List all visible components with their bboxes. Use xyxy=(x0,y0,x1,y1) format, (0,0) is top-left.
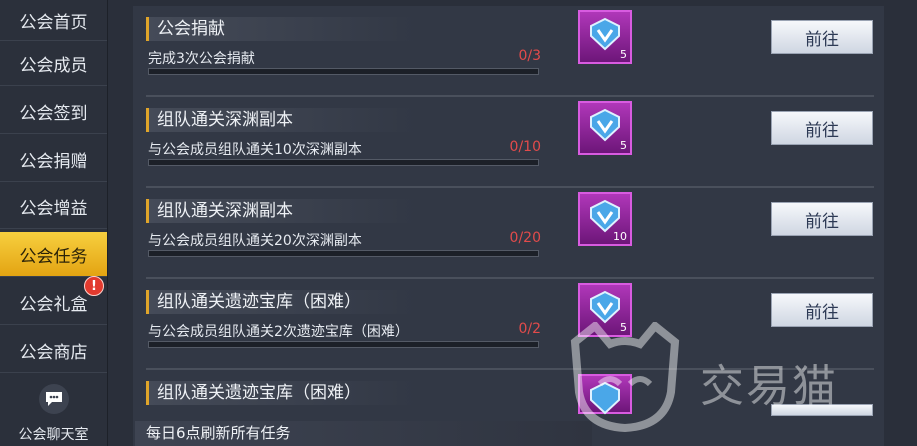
task-row: 组队通关深渊副本 与公会成员组队通关20次深渊副本 0/20 10 前往 xyxy=(146,188,874,279)
task-progress-text: 0/20 xyxy=(509,230,541,246)
task-title: 公会捐献 xyxy=(146,17,416,41)
task-description: 完成3次公会捐献 xyxy=(148,51,255,67)
sidebar-item-label: 公会签到 xyxy=(19,103,88,124)
reward-quantity: 10 xyxy=(613,230,627,243)
alert-badge: ! xyxy=(84,276,104,296)
chat-bubble-icon xyxy=(38,384,69,414)
go-button[interactable]: 前往 xyxy=(771,202,873,236)
refresh-notice: 每日6点刷新所有任务 xyxy=(135,421,592,446)
sidebar-item-guild-checkin[interactable]: 公会签到 xyxy=(0,89,107,134)
sidebar-item-guild-giftbox[interactable]: 公会礼盒 ! xyxy=(0,276,107,325)
reward-item[interactable]: 10 xyxy=(578,192,632,246)
sidebar-item-label: 公会成员 xyxy=(19,55,88,76)
guild-emblem-icon xyxy=(590,381,620,415)
sidebar-item-guild-members[interactable]: 公会成员 xyxy=(0,41,107,86)
task-progress-bar xyxy=(148,341,539,348)
guild-emblem-icon xyxy=(590,199,620,233)
sidebar-item-label: 公会礼盒 xyxy=(19,294,88,315)
reward-item[interactable] xyxy=(578,374,632,415)
task-progress-text: 0/10 xyxy=(509,139,541,155)
go-button[interactable]: 前往 xyxy=(771,111,873,145)
task-progress-bar xyxy=(148,68,539,75)
task-description: 与公会成员组队通关2次遗迹宝库（困难） xyxy=(148,324,409,340)
task-panel: 公会捐献 完成3次公会捐献 0/3 5 前往 组队通关深渊副本 与公会成员组队通… xyxy=(133,6,884,446)
reward-item[interactable]: 5 xyxy=(578,10,632,64)
reward-item[interactable]: 5 xyxy=(578,283,632,337)
sidebar: 公会首页 公会成员 公会签到 公会捐赠 公会增益 公会任务 公会礼盒 ! 公会商… xyxy=(0,0,108,446)
guild-chat-button[interactable]: 公会聊天室 xyxy=(0,378,107,446)
sidebar-item-label: 公会首页 xyxy=(19,12,88,33)
reward-quantity: 5 xyxy=(620,321,627,334)
task-progress-text: 0/3 xyxy=(518,48,541,64)
go-button[interactable]: 前往 xyxy=(771,293,873,327)
task-description: 与公会成员组队通关20次深渊副本 xyxy=(148,233,362,249)
guild-emblem-icon xyxy=(590,108,620,142)
task-row: 公会捐献 完成3次公会捐献 0/3 5 前往 xyxy=(146,6,874,97)
task-progress-bar xyxy=(148,250,539,257)
task-description: 与公会成员组队通关10次深渊副本 xyxy=(148,142,362,158)
sidebar-item-label: 公会任务 xyxy=(19,246,88,267)
sidebar-item-label: 公会增益 xyxy=(19,198,88,219)
task-progress-bar xyxy=(148,159,539,166)
guild-emblem-icon xyxy=(590,290,620,324)
task-title: 组队通关深渊副本 xyxy=(146,199,416,223)
sidebar-item-guild-home[interactable]: 公会首页 xyxy=(0,0,107,41)
sidebar-item-guild-tasks[interactable]: 公会任务 xyxy=(0,232,107,277)
go-button[interactable]: 前往 xyxy=(771,20,873,54)
task-row: 组队通关深渊副本 与公会成员组队通关10次深渊副本 0/10 5 前往 xyxy=(146,97,874,188)
reward-item[interactable]: 5 xyxy=(578,101,632,155)
sidebar-item-guild-donate[interactable]: 公会捐赠 xyxy=(0,137,107,182)
task-title: 组队通关遗迹宝库（困难） xyxy=(146,381,416,405)
task-title: 组队通关深渊副本 xyxy=(146,108,416,132)
sidebar-item-guild-shop[interactable]: 公会商店 xyxy=(0,328,107,373)
sidebar-item-label: 公会捐赠 xyxy=(19,151,88,172)
guild-chat-label: 公会聊天室 xyxy=(18,427,89,443)
reward-quantity: 5 xyxy=(620,139,627,152)
guild-emblem-icon xyxy=(590,17,620,51)
sidebar-item-label: 公会商店 xyxy=(19,342,88,363)
task-row: 组队通关遗迹宝库（困难） 与公会成员组队通关2次遗迹宝库（困难） 0/2 5 前… xyxy=(146,279,874,370)
go-button[interactable] xyxy=(771,404,873,416)
task-progress-text: 0/2 xyxy=(518,321,541,337)
task-title: 组队通关遗迹宝库（困难） xyxy=(146,290,416,314)
sidebar-item-guild-buff[interactable]: 公会增益 xyxy=(0,184,107,229)
reward-quantity: 5 xyxy=(620,48,627,61)
